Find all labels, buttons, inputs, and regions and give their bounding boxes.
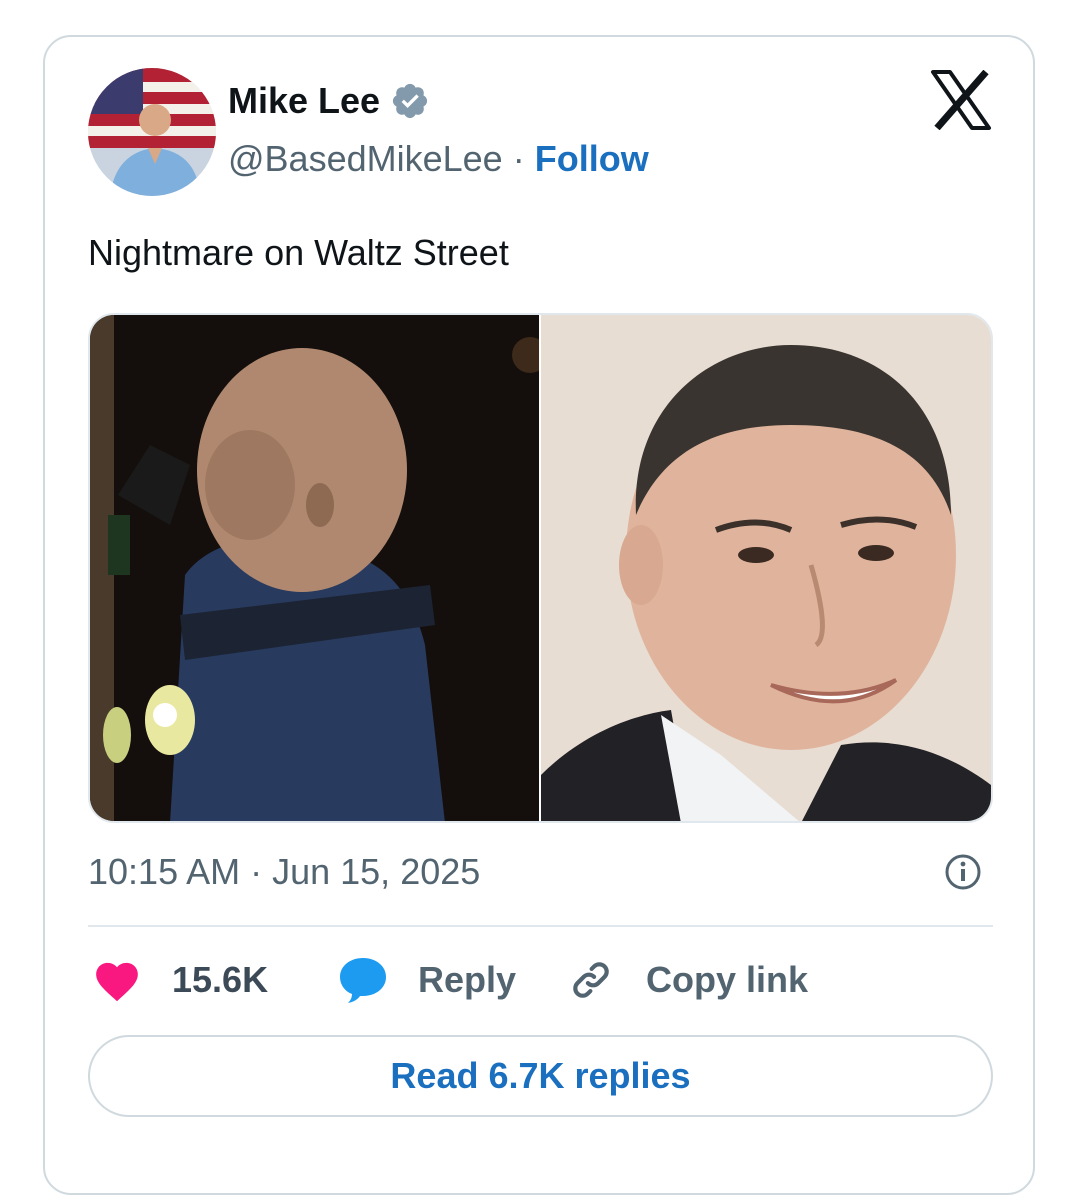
reply-button[interactable]: Reply (338, 950, 516, 1010)
like-button[interactable]: 15.6K (92, 950, 268, 1010)
read-replies-button[interactable]: Read 6.7K replies (88, 1035, 993, 1117)
tweet-media[interactable] (88, 313, 993, 823)
author-avatar[interactable] (88, 68, 216, 196)
author-handle[interactable]: @BasedMikeLee (228, 138, 503, 179)
read-replies-label: Read 6.7K replies (390, 1055, 691, 1096)
speech-bubble-icon (340, 958, 386, 1003)
author-display-name[interactable]: Mike Lee (228, 80, 380, 122)
link-icon (573, 962, 609, 998)
heart-icon (96, 962, 138, 1002)
smiling-man-in-suit-photo[interactable] (541, 315, 991, 821)
follow-button[interactable]: Follow (535, 138, 649, 179)
tweet-divider (88, 925, 993, 927)
reply-label: Reply (418, 959, 517, 1000)
author-handle-row: @BasedMikeLee · Follow (228, 138, 649, 180)
tweet-text: Nightmare on Waltz Street (88, 232, 509, 273)
like-count: 15.6K (172, 959, 269, 1000)
tweet-timestamp[interactable]: 10:15 AM · Jun 15, 2025 (88, 851, 480, 893)
x-logo-icon[interactable] (930, 69, 992, 131)
info-icon[interactable] (944, 853, 982, 891)
copy-link-label: Copy link (646, 959, 809, 1000)
copy-link-button[interactable]: Copy link (566, 950, 808, 1010)
masked-officer-photo[interactable] (90, 315, 548, 821)
verified-badge-icon (390, 81, 430, 121)
handle-separator: · (512, 138, 525, 179)
